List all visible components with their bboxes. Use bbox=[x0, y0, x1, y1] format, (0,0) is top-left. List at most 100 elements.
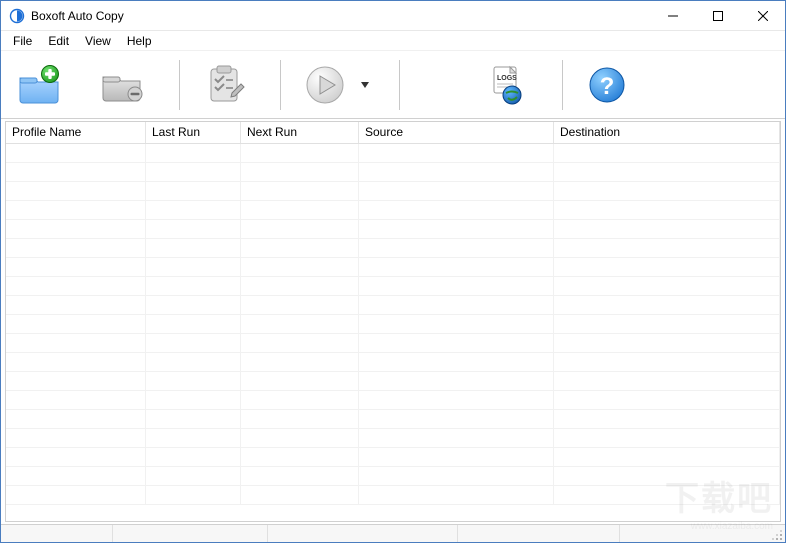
table-cell bbox=[359, 239, 554, 257]
toolbar-separator bbox=[399, 60, 400, 110]
table-cell bbox=[554, 486, 780, 504]
table-cell bbox=[359, 315, 554, 333]
table-cell bbox=[6, 334, 146, 352]
table-header: Profile Name Last Run Next Run Source De… bbox=[6, 122, 780, 144]
minimize-button[interactable] bbox=[650, 1, 695, 30]
table-cell bbox=[359, 334, 554, 352]
table-body[interactable] bbox=[6, 144, 780, 521]
table-cell bbox=[359, 448, 554, 466]
table-cell bbox=[554, 258, 780, 276]
table-cell bbox=[146, 182, 241, 200]
col-next-run[interactable]: Next Run bbox=[241, 122, 359, 143]
maximize-button[interactable] bbox=[695, 1, 740, 30]
toolbar-separator bbox=[280, 60, 281, 110]
toolbar-separator bbox=[179, 60, 180, 110]
remove-profile-button[interactable] bbox=[93, 58, 153, 112]
table-row bbox=[6, 334, 780, 353]
col-last-run[interactable]: Last Run bbox=[146, 122, 241, 143]
table-cell bbox=[146, 410, 241, 428]
table-row bbox=[6, 296, 780, 315]
table-row bbox=[6, 220, 780, 239]
menu-edit[interactable]: Edit bbox=[40, 32, 77, 50]
toolbar: LOGS bbox=[1, 51, 785, 119]
table-cell bbox=[241, 220, 359, 238]
table-cell bbox=[241, 182, 359, 200]
table-cell bbox=[241, 353, 359, 371]
toolbar-separator bbox=[562, 60, 563, 110]
table-cell bbox=[554, 353, 780, 371]
table-cell bbox=[359, 410, 554, 428]
table-cell bbox=[146, 201, 241, 219]
help-button[interactable]: ? bbox=[577, 58, 637, 112]
table-cell bbox=[241, 315, 359, 333]
table-cell bbox=[6, 239, 146, 257]
menu-help[interactable]: Help bbox=[119, 32, 160, 50]
table-cell bbox=[6, 182, 146, 200]
table-row bbox=[6, 277, 780, 296]
table-row bbox=[6, 144, 780, 163]
table-cell bbox=[554, 334, 780, 352]
status-segment bbox=[458, 525, 620, 542]
table-cell bbox=[6, 391, 146, 409]
close-button[interactable] bbox=[740, 1, 785, 30]
table-cell bbox=[241, 258, 359, 276]
table-cell bbox=[241, 448, 359, 466]
logs-button[interactable]: LOGS bbox=[476, 58, 536, 112]
table-cell bbox=[359, 391, 554, 409]
menu-file[interactable]: File bbox=[5, 32, 40, 50]
col-destination[interactable]: Destination bbox=[554, 122, 780, 143]
table-cell bbox=[6, 201, 146, 219]
folder-minus-icon bbox=[100, 64, 146, 106]
table-row bbox=[6, 315, 780, 334]
menu-view[interactable]: View bbox=[77, 32, 119, 50]
table-cell bbox=[359, 486, 554, 504]
table-cell bbox=[359, 372, 554, 390]
table-cell bbox=[554, 220, 780, 238]
table-cell bbox=[241, 467, 359, 485]
resize-grip-icon[interactable] bbox=[771, 529, 783, 541]
table-cell bbox=[6, 429, 146, 447]
table-cell bbox=[6, 144, 146, 162]
edit-profile-button[interactable] bbox=[194, 58, 254, 112]
table-row bbox=[6, 429, 780, 448]
table-cell bbox=[241, 410, 359, 428]
table-row bbox=[6, 182, 780, 201]
new-profile-button[interactable] bbox=[9, 58, 69, 112]
status-segment bbox=[113, 525, 268, 542]
table-cell bbox=[146, 144, 241, 162]
status-bar bbox=[1, 524, 785, 542]
run-dropdown-button[interactable] bbox=[361, 82, 369, 88]
table-cell bbox=[146, 334, 241, 352]
table-cell bbox=[554, 448, 780, 466]
table-cell bbox=[146, 353, 241, 371]
table-cell bbox=[241, 334, 359, 352]
table-cell bbox=[6, 163, 146, 181]
table-cell bbox=[146, 315, 241, 333]
table-cell bbox=[6, 467, 146, 485]
table-cell bbox=[146, 296, 241, 314]
col-profile-name[interactable]: Profile Name bbox=[6, 122, 146, 143]
play-icon bbox=[303, 63, 347, 107]
table-cell bbox=[554, 296, 780, 314]
table-row bbox=[6, 448, 780, 467]
col-source[interactable]: Source bbox=[359, 122, 554, 143]
help-icon: ? bbox=[586, 64, 628, 106]
table-cell bbox=[146, 372, 241, 390]
app-window: Boxoft Auto Copy File Edit View Help bbox=[0, 0, 786, 543]
chevron-down-icon bbox=[361, 82, 369, 88]
table-cell bbox=[146, 467, 241, 485]
table-cell bbox=[241, 486, 359, 504]
svg-text:?: ? bbox=[600, 73, 615, 100]
table-cell bbox=[241, 372, 359, 390]
table-cell bbox=[359, 201, 554, 219]
table-cell bbox=[359, 429, 554, 447]
folder-plus-icon bbox=[16, 64, 62, 106]
app-icon bbox=[9, 8, 25, 24]
table-cell bbox=[146, 429, 241, 447]
table-cell bbox=[6, 353, 146, 371]
table-cell bbox=[6, 277, 146, 295]
run-button[interactable] bbox=[295, 58, 355, 112]
table-cell bbox=[554, 315, 780, 333]
table-cell bbox=[241, 277, 359, 295]
table-row bbox=[6, 372, 780, 391]
